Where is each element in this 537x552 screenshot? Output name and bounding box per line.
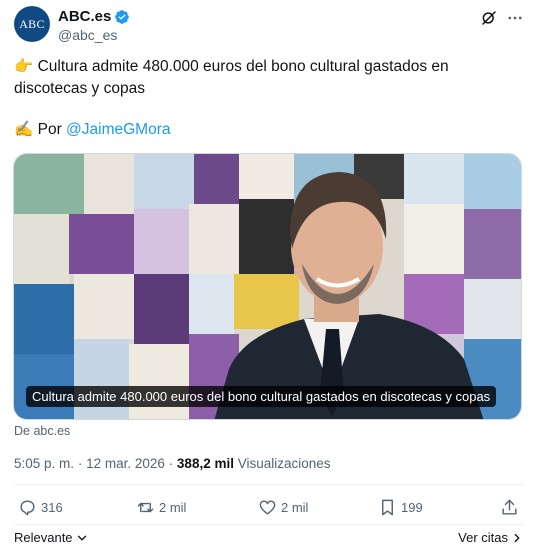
repost-button[interactable]: 2 mil — [136, 498, 186, 517]
bookmark-count: 199 — [401, 500, 423, 515]
link-card-caption: Cultura admite 480.000 euros del bono cu… — [26, 386, 497, 407]
like-count: 2 mil — [281, 500, 309, 515]
author-handle[interactable]: @abc_es — [58, 27, 117, 43]
link-card-image[interactable]: Cultura admite 480.000 euros del bono cu… — [13, 153, 522, 420]
sort-label: Relevante — [14, 530, 73, 545]
article-photo — [14, 154, 521, 419]
bookmark-icon — [382, 499, 393, 516]
reply-button[interactable]: 316 — [18, 498, 63, 517]
author-name-row: ABC.es — [58, 8, 130, 25]
like-button[interactable]: 2 mil — [258, 498, 308, 517]
byline-prefix: ✍️ Por — [14, 121, 67, 138]
reply-count: 316 — [41, 500, 63, 515]
meta-separator: · — [168, 456, 174, 471]
post-header: ABC ABC.es @abc_es — [14, 6, 524, 46]
share-icon — [502, 499, 517, 515]
post-byline: ✍️ Por @JaimeGMora — [14, 120, 171, 139]
author-display-name[interactable]: ABC.es — [58, 8, 111, 25]
bookmark-button[interactable]: 199 — [378, 498, 423, 517]
views-label: Visualizaciones — [237, 456, 331, 471]
replies-toolbar: Relevante Ver citas — [14, 530, 524, 548]
sort-replies-button[interactable]: Relevante — [14, 530, 89, 545]
divider — [14, 484, 524, 485]
view-quotes-link[interactable]: Ver citas — [458, 530, 524, 545]
verified-badge-icon — [115, 9, 130, 24]
post-metadata: 5:05 p. m. · 12 mar. 2026 · 388,2 mil Vi… — [14, 456, 331, 471]
divider — [14, 524, 524, 525]
link-source[interactable]: De abc.es — [14, 424, 70, 438]
meta-separator: · — [77, 456, 83, 471]
author-mention-link[interactable]: @JaimeGMora — [66, 121, 170, 138]
grok-icon[interactable] — [480, 9, 498, 27]
post-time[interactable]: 5:05 p. m. — [14, 456, 74, 471]
reply-icon — [20, 500, 35, 516]
post-date[interactable]: 12 mar. 2026 — [86, 456, 165, 471]
avatar[interactable]: ABC — [14, 6, 50, 42]
share-button[interactable] — [500, 498, 519, 517]
action-bar: 316 2 mil 2 mil 199 — [14, 498, 524, 522]
more-options-icon[interactable] — [506, 9, 524, 27]
repost-icon — [137, 502, 154, 513]
views-count: 388,2 mil — [176, 456, 234, 471]
view-quotes-label: Ver citas — [458, 530, 508, 545]
heart-icon — [259, 500, 276, 515]
chevron-down-icon — [77, 535, 86, 540]
post-text: 👉 Cultura admite 480.000 euros del bono … — [14, 58, 449, 97]
repost-count: 2 mil — [159, 500, 187, 515]
chevron-right-icon — [514, 533, 520, 542]
